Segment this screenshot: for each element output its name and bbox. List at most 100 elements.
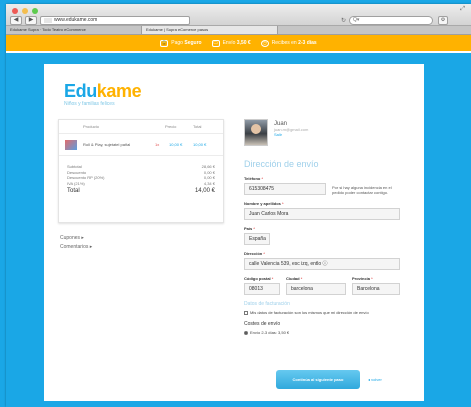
location-row: Código postal * 08013 Ciudad * barcelona… <box>244 270 414 295</box>
trust-value: 3,50 € <box>236 40 251 46</box>
trust-value: Seguro <box>184 40 202 46</box>
name-label-text: Nombre y apellidos <box>244 201 281 206</box>
clock-icon: ◷ <box>260 39 269 47</box>
forward-button[interactable]: ▶ <box>25 15 37 25</box>
shipping-option-radio[interactable]: Envío 2-3 días: 3,50 € <box>244 330 414 335</box>
province-input[interactable]: Barcelona <box>352 283 400 295</box>
header-price: Precio <box>165 124 177 129</box>
product-price: 10,00 € <box>169 142 183 147</box>
totals-block: Subtotal 28,66 € Descuento 0,00 € Descuent… <box>59 156 223 195</box>
window-titlebar: ⤢ ◀ ▶ www.edukame.com ↻ Q▾ ⚙ <box>6 4 471 26</box>
trust-item-payment: 🔒 Pago Seguro <box>160 39 202 47</box>
coupons-link[interactable]: Cupones ▸ <box>60 234 92 243</box>
shipping-form: Dirección de envío Teléfono * 615308475 … <box>244 159 414 335</box>
side-links: Cupones ▸ Comentarios ▸ <box>60 234 92 252</box>
totals-line: IVA (21%) 4,34 € <box>67 181 215 187</box>
phone-hint: Por si hay alguna incidencia en el pedid… <box>332 185 392 195</box>
brand-title-part-a: Edu <box>64 81 97 101</box>
brand-title-part-b: kame <box>96 81 142 101</box>
zip-label: Código postal * <box>244 276 280 281</box>
address-label-text: Dirección <box>244 251 263 256</box>
zip-input[interactable]: 08013 <box>244 283 280 295</box>
city-input[interactable]: barcelona <box>286 283 346 295</box>
required-mark: * <box>261 176 264 181</box>
address-bar-url: www.edukame.com <box>54 16 98 23</box>
zip-label-text: Código postal <box>244 276 271 281</box>
grand-total-label: Total <box>67 188 80 194</box>
back-button[interactable]: ◀ <box>10 15 22 25</box>
city-label: Ciudad * <box>286 276 346 281</box>
desktop-background: ⤢ ◀ ▶ www.edukame.com ↻ Q▾ ⚙ Edukame Sup… <box>0 0 471 407</box>
address-label: Dirección * <box>244 251 414 256</box>
user-box: Juan juan.m@gmail.com Salir <box>244 119 308 146</box>
lock-icon: 🔒 <box>160 39 169 47</box>
back-link[interactable]: ◂ volver <box>368 377 382 382</box>
required-mark: * <box>282 201 284 206</box>
product-row: Roll & Play, sujetatel pañal 1x 10,00 € … <box>59 134 223 156</box>
address-input[interactable]: calle Valencia 539, esc izq, entlo ⓘ <box>244 258 400 270</box>
province-label-text: Provincia <box>352 276 371 281</box>
trust-text: Envío 3,50 € <box>223 40 251 46</box>
reload-icon[interactable]: ↻ <box>341 17 346 24</box>
required-mark: * <box>253 226 255 231</box>
trust-text: Pago Seguro <box>171 40 201 46</box>
product-total: 10,00 € <box>193 142 207 147</box>
brand-subtitle: Niños y familias felices <box>64 101 115 107</box>
product-thumbnail[interactable] <box>65 139 77 150</box>
required-mark: * <box>371 276 373 281</box>
name-input[interactable]: Juan Carlos Mora <box>244 208 400 220</box>
product-qty: 1x <box>155 142 160 147</box>
trust-item-shipping: ▭ Envío 3,50 € <box>211 39 251 47</box>
page-content: Edukame Niños y familias felices Product… <box>6 53 471 407</box>
trust-value: 2-3 días <box>298 40 317 46</box>
phone-input[interactable]: 615308475 <box>244 183 326 195</box>
name-label: Nombre y apellidos * <box>244 201 414 206</box>
city-label-text: Ciudad <box>286 276 300 281</box>
totals-value: 4,34 € <box>203 180 215 186</box>
province-label: Provincia * <box>352 276 400 281</box>
header-total: Total <box>193 124 202 129</box>
shipping-title: Dirección de envío <box>244 159 319 169</box>
required-mark: * <box>300 276 303 281</box>
brand-logo[interactable]: Edukame Niños y familias felices <box>64 81 142 107</box>
avatar <box>244 119 268 146</box>
brand-title: Edukame <box>64 81 142 101</box>
page-menu-button[interactable]: ⚙ <box>438 15 449 25</box>
country-select[interactable]: España <box>244 233 270 245</box>
country-label: País * <box>244 226 414 231</box>
billing-link[interactable]: Datos de facturación <box>244 301 414 307</box>
required-mark: * <box>271 276 274 281</box>
product-name[interactable]: Roll & Play, sujetatel pañal <box>83 142 155 147</box>
order-summary: Producto Precio Total Roll & Play, sujet… <box>58 119 224 223</box>
phone-row: 615308475 Por si hay alguna incidencia e… <box>244 181 414 195</box>
trust-label: Recibes en <box>271 40 299 46</box>
resize-icon[interactable]: ⤢ <box>460 6 465 13</box>
tab-bar: Edukame Supra · Todo Teatro eCommerce Ed… <box>6 26 471 35</box>
required-mark: * <box>263 251 265 256</box>
site-favicon-icon <box>44 17 52 23</box>
trust-label: Envío <box>222 40 237 46</box>
summary-header: Producto Precio Total <box>59 120 223 134</box>
address-bar[interactable]: www.edukame.com <box>40 15 190 25</box>
radio-icon[interactable] <box>244 330 248 335</box>
totals-label: IVA (21%) <box>67 180 85 186</box>
trust-label: Pago <box>171 40 185 46</box>
checkbox-icon[interactable] <box>244 310 248 315</box>
billing-same-checkbox[interactable]: Mis datos de facturación son los mismos … <box>244 310 414 315</box>
tab-edukame-checkout[interactable]: Edukame | Supra eComerce pasos <box>142 26 278 34</box>
trust-text: Recibes en 2-3 días <box>272 40 317 46</box>
logout-link[interactable]: Salir <box>274 132 308 137</box>
truck-icon: ▭ <box>211 39 220 47</box>
country-label-text: País <box>244 226 253 231</box>
phone-label-text: Teléfono <box>244 176 261 181</box>
checkout-card: Edukame Niños y familias felices Product… <box>44 64 424 401</box>
shipping-costs-title: Costes de envío <box>244 321 281 327</box>
trust-item-delivery: ◷ Recibes en 2-3 días <box>260 39 317 47</box>
comments-link[interactable]: Comentarios ▸ <box>60 243 92 252</box>
grand-total: Total 14,00 € <box>67 187 215 195</box>
browser-search-input[interactable]: Q▾ <box>349 15 434 25</box>
shipping-option-label: Envío 2-3 días: 3,50 € <box>250 330 290 335</box>
continue-button[interactable]: Continúa al siguiente paso <box>276 370 360 389</box>
grand-total-value: 14,00 € <box>194 188 215 194</box>
tab-edukame-store[interactable]: Edukame Supra · Todo Teatro eCommerce <box>6 26 142 34</box>
